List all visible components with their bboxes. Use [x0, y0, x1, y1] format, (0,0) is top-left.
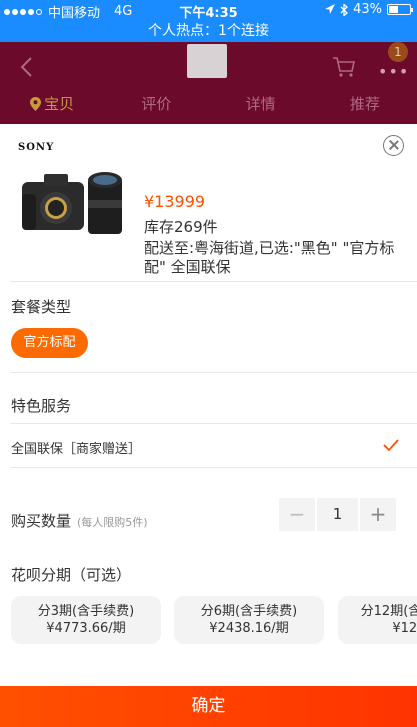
cart-icon[interactable] — [332, 56, 356, 78]
plan-amount: ¥4773.66/期 — [46, 621, 126, 636]
bluetooth-icon — [340, 3, 349, 16]
brand-logo: SONY — [18, 142, 55, 153]
quantity-title: 购买数量 — [11, 512, 72, 530]
tab-details[interactable]: 详情 — [209, 92, 313, 122]
divider — [10, 281, 417, 282]
notification-badge: 1 — [388, 42, 408, 62]
increase-button[interactable]: + — [360, 498, 396, 531]
product-tabs: 宝贝 评价 详情 推荐 — [0, 92, 417, 122]
header-product-thumbnail — [187, 44, 227, 78]
plan-term: 分6期(含手续费) — [200, 604, 298, 619]
installment-plan-3[interactable]: 分3期(含手续费) ¥4773.66/期 — [11, 596, 161, 644]
stock-count: 库存269件 — [144, 218, 218, 236]
package-type-title: 套餐类型 — [11, 298, 72, 316]
plan-amount: ¥2438.16/期 — [209, 621, 289, 636]
divider — [10, 423, 417, 424]
tab-label: 评价 — [141, 95, 172, 113]
confirm-button[interactable]: 确定 — [0, 686, 417, 727]
status-bar: 中国移动 4G 下午4:35 43% — [0, 0, 417, 21]
location-arrow-icon — [325, 4, 336, 14]
installment-plan-6[interactable]: 分6期(含手续费) ¥2438.16/期 — [174, 596, 324, 644]
location-pin-icon — [30, 97, 42, 111]
product-header: ••• 1 宝贝 评价 详情 推荐 — [0, 42, 417, 124]
quantity-input[interactable]: 1 — [317, 498, 358, 531]
plan-term: 分3期(含手续费) — [37, 604, 135, 619]
battery-percent: 43% — [353, 2, 382, 17]
plan-amount: ¥1254 — [392, 621, 417, 636]
more-icon[interactable]: ••• — [378, 62, 409, 81]
status-right: 43% — [325, 2, 413, 17]
back-icon[interactable] — [18, 56, 36, 78]
installment-title: 花呗分期（可选） — [11, 566, 132, 584]
product-image — [22, 172, 122, 234]
price: ¥13999 — [144, 192, 206, 211]
hotspot-banner[interactable]: 个人热点：1个连接 — [0, 20, 417, 42]
tab-reviews[interactable]: 评价 — [104, 92, 208, 122]
tab-label: 宝贝 — [44, 95, 75, 113]
tab-baobei[interactable]: 宝贝 — [0, 92, 104, 122]
quantity-label: 购买数量 (每人限购5件) — [11, 510, 148, 531]
plan-term: 分12期(含手续费) — [360, 604, 417, 619]
decrease-button[interactable]: − — [279, 498, 315, 531]
tab-label: 详情 — [245, 95, 276, 113]
divider — [10, 372, 417, 373]
sku-selector-sheet: SONY ¥13999 库存269件 配送至:粤海街道,已选:"黑色" "官方标… — [0, 124, 417, 727]
divider — [10, 467, 417, 468]
tab-recommend[interactable]: 推荐 — [313, 92, 417, 122]
tab-label: 推荐 — [349, 95, 380, 113]
package-option-official[interactable]: 官方标配 — [11, 328, 88, 358]
service-option[interactable]: 全国联保［商家赠送］ — [11, 438, 141, 457]
quantity-limit-note: (每人限购5件) — [77, 516, 148, 529]
quantity-stepper: − 1 + — [279, 498, 396, 531]
close-icon[interactable] — [383, 135, 404, 156]
battery-icon — [387, 4, 413, 15]
installment-plans: 分3期(含手续费) ¥4773.66/期 分6期(含手续费) ¥2438.16/… — [11, 596, 417, 648]
service-title: 特色服务 — [11, 397, 72, 415]
delivery-info: 配送至:粤海街道,已选:"黑色" "官方标配" 全国联保 — [144, 239, 395, 276]
installment-plan-12[interactable]: 分12期(含手续费) ¥1254 — [338, 596, 417, 644]
checkmark-icon[interactable] — [383, 439, 399, 451]
